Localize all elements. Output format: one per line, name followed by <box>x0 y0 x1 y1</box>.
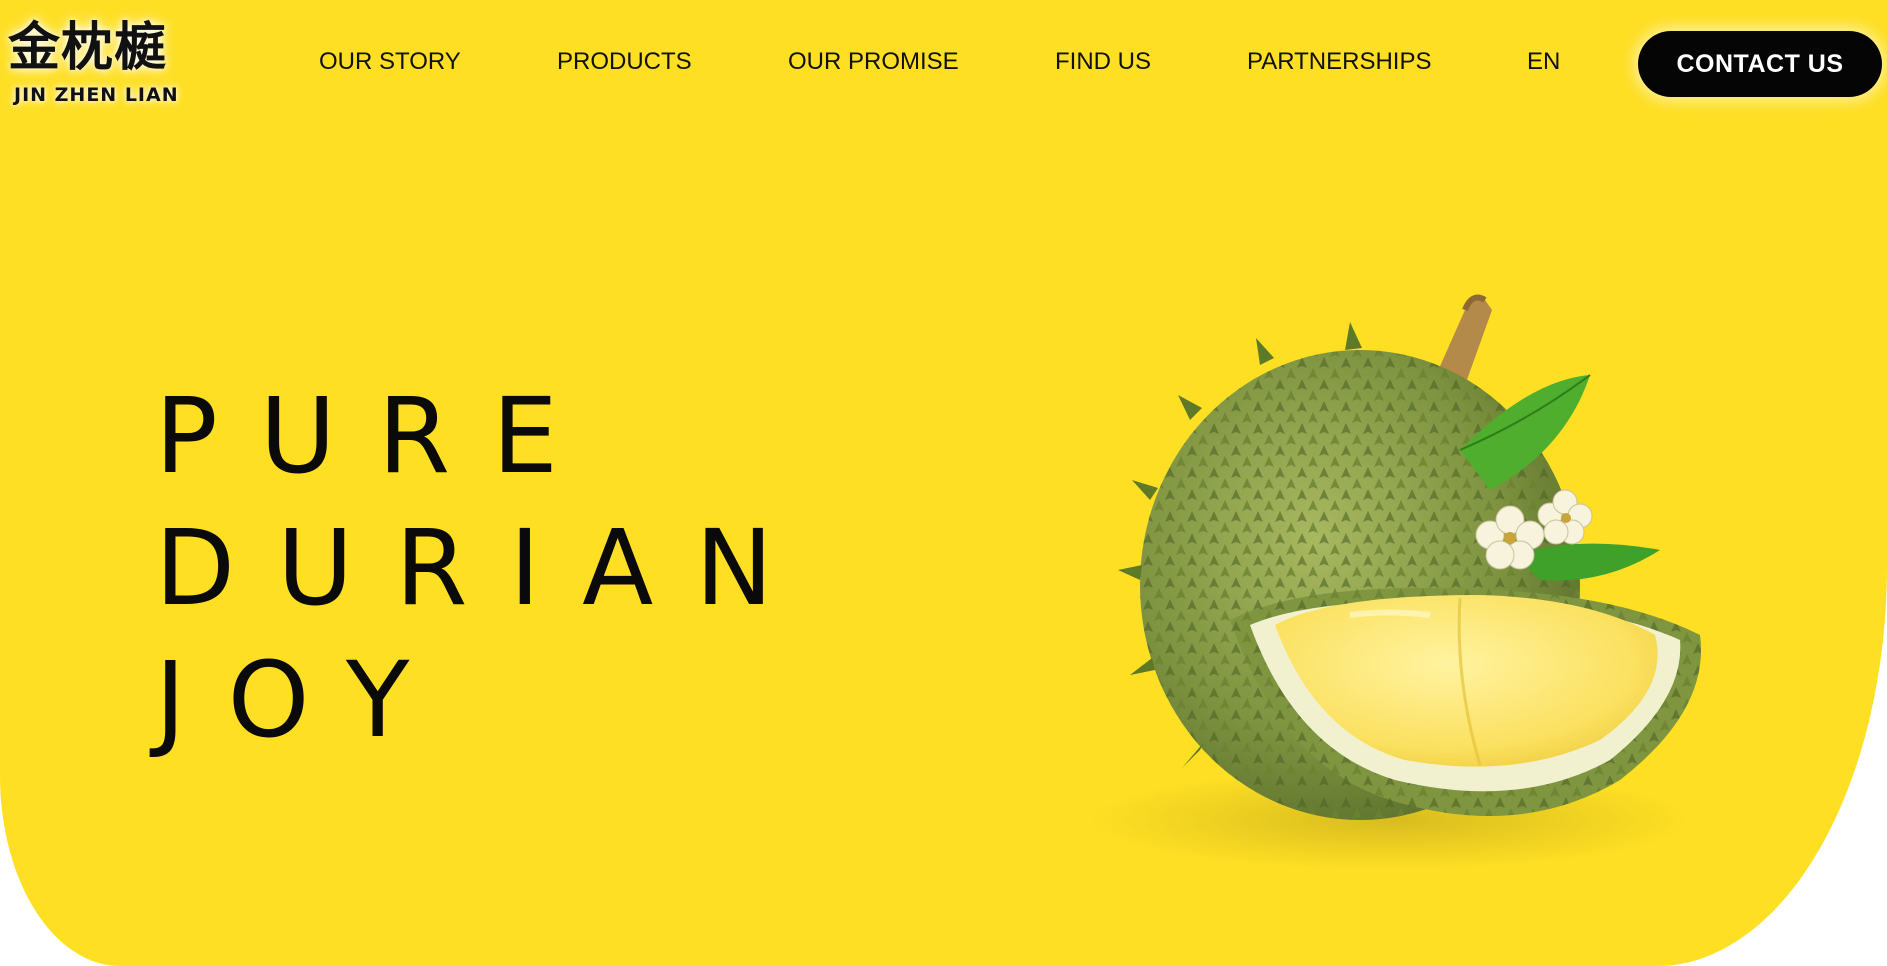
hero-section: 金枕榳 JIN ZHEN LIAN OUR STORY PRODUCTS OUR… <box>0 0 1887 966</box>
headline-line-2: DURIAN <box>155 507 816 629</box>
logo-chinese-text: 金枕榳 <box>8 17 168 78</box>
nav-find-us[interactable]: FIND US <box>1055 48 1151 76</box>
headline-line-3: JOY <box>155 639 452 761</box>
nav-our-promise[interactable]: OUR PROMISE <box>788 48 959 76</box>
contact-us-button[interactable]: CONTACT US <box>1638 31 1882 97</box>
headline-line-1: PURE <box>155 375 600 497</box>
nav-our-story[interactable]: OUR STORY <box>319 48 461 76</box>
nav-products[interactable]: PRODUCTS <box>557 48 692 76</box>
nav-partnerships[interactable]: PARTNERSHIPS <box>1247 48 1432 76</box>
durian-image <box>1090 294 1701 870</box>
hero-headline: PURE DURIAN JOY <box>155 370 815 766</box>
brand-logo[interactable]: 金枕榳 JIN ZHEN LIAN <box>6 14 212 114</box>
logo-english-text: JIN ZHEN LIAN <box>14 84 179 106</box>
language-selector[interactable]: EN <box>1527 48 1560 76</box>
